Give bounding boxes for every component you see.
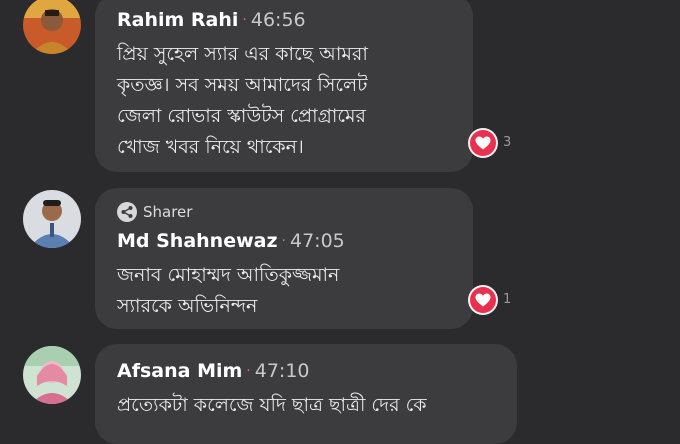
commenter-name[interactable]: Rahim Rahi	[117, 9, 238, 31]
heart-icon	[475, 136, 491, 150]
reaction-badge[interactable]	[468, 285, 498, 315]
comment-text: প্রিয় সুহেল স্যার এর কাছে আমরা কৃতজ্ঞ। …	[117, 39, 453, 163]
avatar[interactable]	[23, 0, 81, 54]
comment-text: জনাব মোহাম্মদ আতিকুজ্জমান স্যারকে অভিনিন…	[117, 260, 453, 322]
comment-line: খোজ খবর নিয়ে থাকেন।	[117, 136, 304, 158]
sharer-badge: Sharer	[117, 202, 192, 222]
commenter-name[interactable]: Afsana Mim	[117, 360, 242, 382]
comment-timestamp[interactable]: 47:05	[290, 230, 345, 252]
separator-dot: ·	[246, 363, 251, 379]
reaction-count: 1	[503, 292, 512, 307]
comment-text: প্রত্যেকটা কলেজে যদি ছাত্র ছাত্রী দের কে	[117, 390, 497, 421]
comment-line: প্রিয় সুহেল স্যার এর কাছে আমরা	[117, 43, 368, 65]
comment-bubble: Rahim Rahi · 46:56 প্রিয় সুহেল স্যার এর ক…	[95, 0, 473, 172]
comment-line: স্যারকে অভিনিন্দন	[117, 295, 258, 317]
share-icon	[117, 202, 137, 222]
commenter-name[interactable]: Md Shahnewaz	[117, 230, 278, 252]
reaction-badge[interactable]	[468, 128, 498, 158]
separator-dot: ·	[242, 12, 247, 28]
comment-timestamp[interactable]: 47:10	[255, 360, 310, 382]
avatar[interactable]	[23, 190, 81, 248]
comment-line: প্রত্যেকটা কলেজে যদি ছাত্র ছাত্রী দের কে	[117, 394, 427, 416]
comment-line: জেলা রোভার স্কাউটস প্রোগ্রামের	[117, 105, 366, 127]
comment-timestamp[interactable]: 46:56	[251, 9, 306, 31]
sharer-label: Sharer	[143, 203, 193, 221]
comment-bubble: Sharer Md Shahnewaz · 47:05 জনাব মোহাম্মদ …	[95, 188, 473, 329]
avatar[interactable]	[23, 346, 81, 404]
comment-bubble: Afsana Mim · 47:10 প্রত্যেকটা কলেজে যদি ছা…	[95, 344, 517, 444]
comment-line: জনাব মোহাম্মদ আতিকুজ্জমান	[117, 264, 340, 286]
heart-icon	[475, 293, 491, 307]
reaction-count: 3	[503, 135, 512, 150]
separator-dot: ·	[281, 233, 286, 249]
comment-line: কৃতজ্ঞ। সব সময় আমাদের সিলেট	[117, 74, 368, 96]
